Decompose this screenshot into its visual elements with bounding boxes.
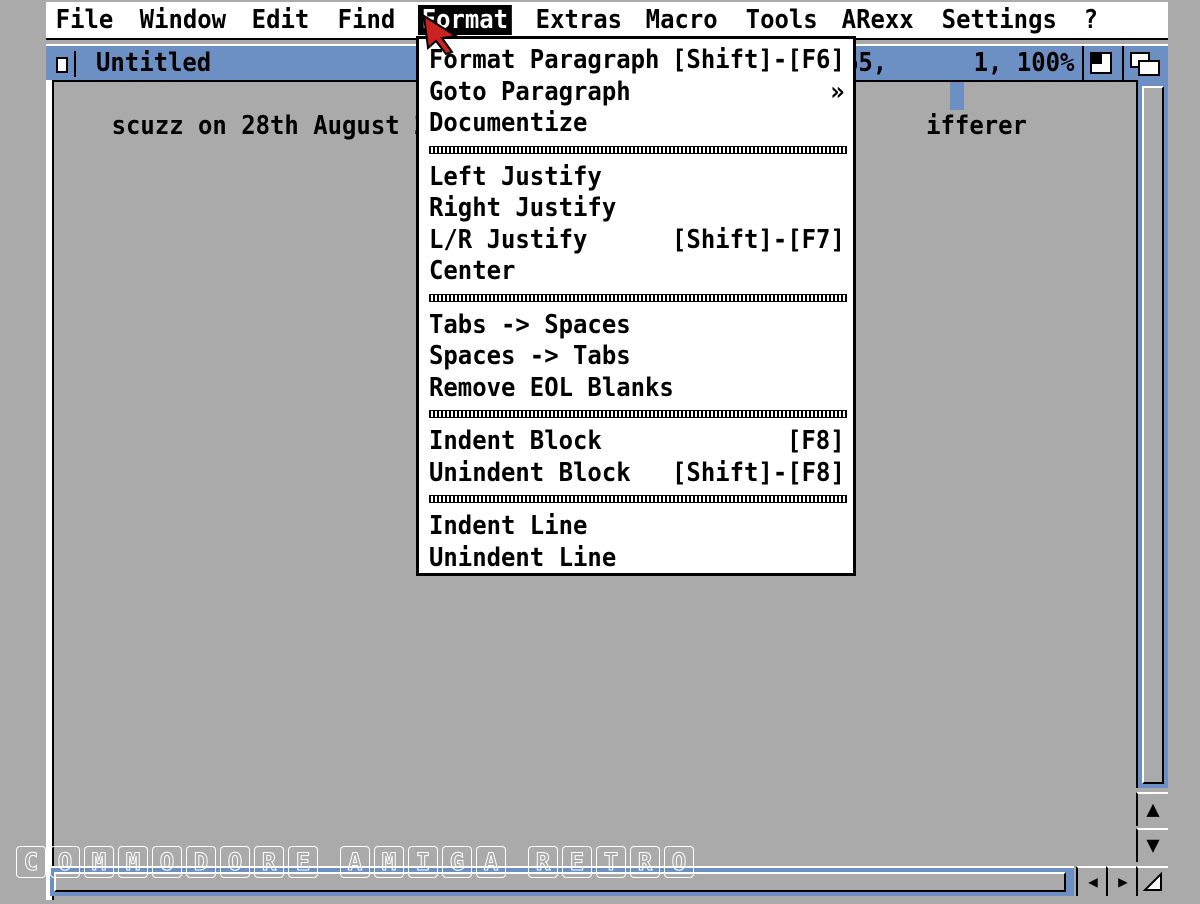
menu-separator bbox=[429, 293, 847, 302]
submenu-arrow-icon: » bbox=[830, 76, 845, 107]
menu-item-shortcut: [Shift]-[F6] bbox=[672, 45, 845, 75]
cursor-position-status: 65, 1, 100% bbox=[844, 48, 1075, 78]
menu-arexx[interactable]: ARexx bbox=[838, 5, 917, 35]
menu-item-label: Unindent Line bbox=[429, 542, 617, 573]
menu-item-remove-eol-blanks[interactable]: Remove EOL Blanks bbox=[429, 373, 849, 403]
watermark-letter: I bbox=[408, 846, 438, 878]
menu-item-shortcut: [Shift]-[F8] bbox=[672, 457, 845, 488]
menu-item-label: Center bbox=[429, 256, 516, 286]
watermark-letter bbox=[510, 846, 524, 880]
menu-item-goto-paragraph[interactable]: Goto Paragraph » bbox=[429, 77, 849, 107]
menu-item-label: Spaces -> Tabs bbox=[429, 341, 631, 371]
menu-file[interactable]: File bbox=[52, 5, 117, 35]
menu-item-label: Documentize bbox=[429, 108, 588, 138]
menu-item-spaces-tabs[interactable]: Spaces -> Tabs bbox=[429, 341, 849, 371]
menu-item-label: Indent Line bbox=[429, 511, 588, 541]
menu-tools[interactable]: Tools bbox=[742, 5, 821, 35]
watermark-letter: C bbox=[16, 846, 46, 878]
watermark-letter: O bbox=[220, 846, 250, 878]
watermark-letter: T bbox=[596, 846, 626, 878]
menu-item-label: Remove EOL Blanks bbox=[429, 372, 674, 403]
watermark-letter: A bbox=[476, 846, 506, 878]
menu-item-label: Tabs -> Spaces bbox=[429, 309, 631, 340]
scroll-up-button[interactable]: ▲ bbox=[1136, 792, 1168, 826]
watermark-letter: G bbox=[442, 846, 472, 878]
menu-bar: File Window Edit Find Format Extras Macro Tools… bbox=[46, 2, 1168, 40]
scroll-down-button[interactable]: ▼ bbox=[1136, 828, 1168, 862]
up-arrow-icon: ▲ bbox=[1146, 797, 1160, 822]
menu-item-shortcut: [Shift]-[F7] bbox=[672, 224, 845, 255]
menu-item-unindent-block[interactable]: Unindent Block [Shift]-[F8] bbox=[429, 458, 849, 488]
menu-item-label: Unindent Block bbox=[429, 457, 631, 488]
watermark-letter: E bbox=[288, 846, 318, 878]
menu-item-tabs-spaces[interactable]: Tabs -> Spaces bbox=[429, 310, 849, 340]
menu-item-center[interactable]: Center bbox=[429, 256, 849, 286]
menu-item-left-justify[interactable]: Left Justify bbox=[429, 162, 849, 192]
close-gadget-icon[interactable] bbox=[50, 51, 76, 77]
right-arrow-icon: ▶ bbox=[1118, 872, 1128, 891]
vertical-scroll-knob[interactable] bbox=[1142, 86, 1164, 784]
menu-item-unindent-line[interactable]: Unindent Line bbox=[429, 543, 849, 573]
window-left-border bbox=[46, 80, 54, 900]
menu-separator bbox=[429, 495, 847, 503]
menu-help[interactable]: ? bbox=[1080, 5, 1102, 35]
watermark-letter: D bbox=[186, 846, 216, 878]
menu-item-documentize[interactable]: Documentize bbox=[429, 108, 849, 138]
scroll-right-button[interactable]: ▶ bbox=[1106, 866, 1138, 896]
window-title: Untitled bbox=[96, 48, 212, 78]
depth-gadget-icon[interactable] bbox=[1122, 46, 1164, 80]
watermark-letter: M bbox=[374, 846, 404, 878]
zoom-gadget-icon[interactable] bbox=[1082, 46, 1118, 80]
menu-item-right-justify[interactable]: Right Justify bbox=[429, 193, 849, 223]
menu-find[interactable]: Find bbox=[334, 5, 399, 35]
menu-item-shortcut: [F8] bbox=[787, 426, 845, 456]
menu-item-label: Indent Block bbox=[429, 426, 602, 456]
left-arrow-icon: ◀ bbox=[1088, 872, 1098, 891]
watermark-letter bbox=[322, 846, 336, 880]
vertical-scrollbar[interactable] bbox=[1136, 80, 1168, 788]
text-line-end: ifferer bbox=[926, 111, 1027, 141]
watermark-letter: E bbox=[562, 846, 592, 878]
menu-separator bbox=[429, 410, 847, 418]
menu-settings[interactable]: Settings bbox=[938, 5, 1061, 35]
menu-macro[interactable]: Macro bbox=[642, 5, 721, 35]
menu-window[interactable]: Window bbox=[136, 5, 230, 35]
mouse-pointer-icon bbox=[422, 14, 459, 56]
down-arrow-icon: ▼ bbox=[1146, 833, 1160, 858]
menu-item-format-paragraph[interactable]: Format Paragraph [Shift]-[F6] bbox=[429, 45, 849, 75]
watermark-letter: R bbox=[630, 846, 660, 878]
menu-item-indent-block[interactable]: Indent Block [F8] bbox=[429, 426, 849, 456]
watermark-logo: COMMODOREAMIGARETRO bbox=[16, 846, 694, 880]
scroll-left-button[interactable]: ◀ bbox=[1076, 866, 1108, 896]
menu-edit[interactable]: Edit bbox=[248, 5, 313, 35]
menu-item-indent-line[interactable]: Indent Line bbox=[429, 511, 849, 541]
resize-gadget-icon[interactable] bbox=[1136, 866, 1168, 896]
menu-separator bbox=[429, 145, 847, 154]
format-dropdown-menu: Format Paragraph [Shift]-[F6] Goto Paragra… bbox=[416, 36, 856, 576]
menu-item-label: Goto Paragraph bbox=[429, 76, 631, 107]
watermark-letter: O bbox=[664, 846, 694, 878]
watermark-letter: M bbox=[84, 846, 114, 878]
menu-item-label: Right Justify bbox=[429, 193, 617, 223]
watermark-letter: R bbox=[254, 846, 284, 878]
menu-extras[interactable]: Extras bbox=[532, 5, 626, 35]
watermark-letter: A bbox=[340, 846, 370, 878]
menu-item-l-r-justify[interactable]: L/R Justify [Shift]-[F7] bbox=[429, 225, 849, 255]
menu-item-label: Left Justify bbox=[429, 161, 602, 192]
watermark-letter: O bbox=[152, 846, 182, 878]
text-cursor bbox=[950, 82, 964, 110]
watermark-letter: O bbox=[50, 846, 80, 878]
menu-item-label: L/R Justify bbox=[429, 224, 588, 255]
watermark-letter: R bbox=[528, 846, 558, 878]
watermark-letter: M bbox=[118, 846, 148, 878]
